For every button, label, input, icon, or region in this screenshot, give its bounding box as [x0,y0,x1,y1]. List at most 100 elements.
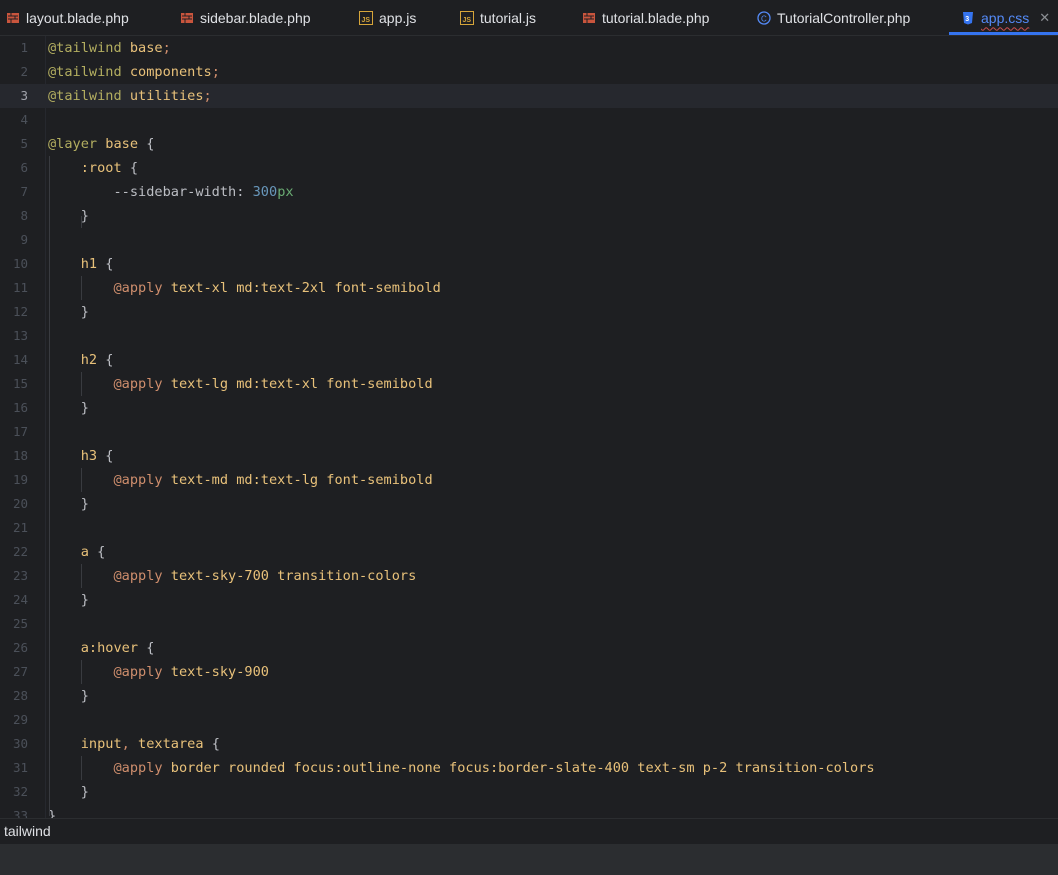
code-line[interactable]: 30 input, textarea { [0,732,1058,756]
code-token: h3 [48,448,106,464]
code-line[interactable]: 16 } [0,396,1058,420]
code-token: ; [203,88,212,104]
tab-label: sidebar.blade.php [200,9,311,26]
code-line[interactable]: 12 } [0,300,1058,324]
code-token: { [105,352,114,368]
code-line[interactable]: 2 @tailwind components; [0,60,1058,84]
tab-layout-blade[interactable]: layout.blade.php [6,0,129,35]
tab-sidebar-blade[interactable]: sidebar.blade.php [180,0,311,35]
code-line[interactable]: 22 a { [0,540,1058,564]
code-line[interactable]: 3 @tailwind utilities; [0,84,1058,108]
code-token: @tailwind [48,88,122,104]
line-number: 8 [20,208,28,223]
code-line[interactable]: 5 @layer base { [0,132,1058,156]
line-number: 33 [12,808,28,818]
line-number: 10 [12,256,28,271]
code-line[interactable]: 19 @apply text-md md:text-lg font-semibo… [0,468,1058,492]
code-line[interactable]: 14 h2 { [0,348,1058,372]
code-token: 300 [252,184,278,200]
code-token: @apply [48,472,163,488]
code-line[interactable]: 13 [0,324,1058,348]
code-token: a:hover [48,640,147,656]
code-line[interactable]: 21 [0,516,1058,540]
line-number: 26 [12,640,28,655]
code-token: @apply [48,568,163,584]
line-number: 3 [20,88,28,103]
code-token: { [129,160,139,176]
code-token: } [48,304,89,320]
tab-tutorial-js[interactable]: JS tutorial.js [460,0,536,35]
code-token: @apply [48,760,163,776]
tab-app-css[interactable]: 3 app.css ✕ [949,0,1058,35]
code-line[interactable]: 31 @apply border rounded focus:outline-n… [0,756,1058,780]
code-line[interactable]: 11 @apply text-xl md:text-2xl font-semib… [0,276,1058,300]
code-token: components [121,64,212,80]
tab-app-js[interactable]: JS app.js [359,0,416,35]
code-token: } [48,400,89,416]
blade-icon [6,11,20,25]
tab-label: app.js [379,9,417,26]
code-token: } [48,688,89,704]
code-line[interactable]: 20 } [0,492,1058,516]
code-line[interactable]: 10 h1 { [0,252,1058,276]
code-text: a { [48,540,106,564]
indent-guide [81,216,82,228]
code-token: @tailwind [48,40,122,56]
code-line[interactable]: 24 } [0,588,1058,612]
line-number: 12 [12,304,28,319]
code-token: @tailwind [48,64,122,80]
line-number: 20 [12,496,28,511]
code-token: text-xl md:text-2xl font-semibold [162,280,441,296]
line-number: 23 [12,568,28,583]
svg-text:JS: JS [362,17,371,24]
code-text: @tailwind components; [48,60,220,84]
code-token: @apply [48,280,163,296]
code-line[interactable]: 26 a:hover { [0,636,1058,660]
code-token: base [121,40,163,56]
line-number: 14 [12,352,28,367]
code-token: { [105,256,114,272]
close-icon[interactable]: ✕ [1039,10,1050,26]
code-line[interactable]: 23 @apply text-sky-700 transition-colors [0,564,1058,588]
line-number: 2 [20,64,28,79]
status-bar [0,844,1058,875]
code-token: text-sky-700 transition-colors [162,568,417,584]
line-number: 9 [20,232,28,247]
code-text: } [48,684,89,708]
breadcrumb-item[interactable]: tailwind [4,823,51,839]
blade-icon [180,11,194,25]
code-line[interactable]: 28 } [0,684,1058,708]
breadcrumb[interactable]: tailwind [0,818,1058,844]
code-line[interactable]: 9 [0,228,1058,252]
code-line[interactable]: 18 h3 { [0,444,1058,468]
code-line[interactable]: 4 [0,108,1058,132]
code-line[interactable]: 1 @tailwind base; [0,36,1058,60]
code-text: } [48,300,89,324]
js-icon: JS [359,10,373,25]
code-line[interactable]: 33} [0,804,1058,818]
line-number: 18 [12,448,28,463]
code-line[interactable]: 27 @apply text-sky-900 [0,660,1058,684]
code-text: @apply text-sky-700 transition-colors [48,564,416,588]
code-token: --sidebar-width [48,184,237,200]
code-line[interactable]: 25 [0,612,1058,636]
code-line[interactable]: 8 } [0,204,1058,228]
code-line[interactable]: 15 @apply text-lg md:text-xl font-semibo… [0,372,1058,396]
code-line[interactable]: 17 [0,420,1058,444]
tab-tutorial-blade[interactable]: tutorial.blade.php [582,0,709,35]
code-text: @apply border rounded focus:outline-none… [48,756,874,780]
code-line[interactable]: 32 } [0,780,1058,804]
code-token: ; [162,40,171,56]
code-line[interactable]: 29 [0,708,1058,732]
line-number: 6 [20,160,28,175]
code-token: { [97,544,106,560]
code-editor[interactable]: 1 @tailwind base; 2 @tailwind components; 3 @… [0,36,1058,818]
code-token: h1 [48,256,106,272]
code-text: } [48,588,89,612]
code-line[interactable]: 7 --sidebar-width: 300px [0,180,1058,204]
tab-tutorial-controller[interactable]: C TutorialController.php [757,0,910,35]
line-number: 21 [12,520,28,535]
indent-guide [81,468,82,492]
code-line[interactable]: 6 :root { [0,156,1058,180]
blade-icon [582,11,596,25]
